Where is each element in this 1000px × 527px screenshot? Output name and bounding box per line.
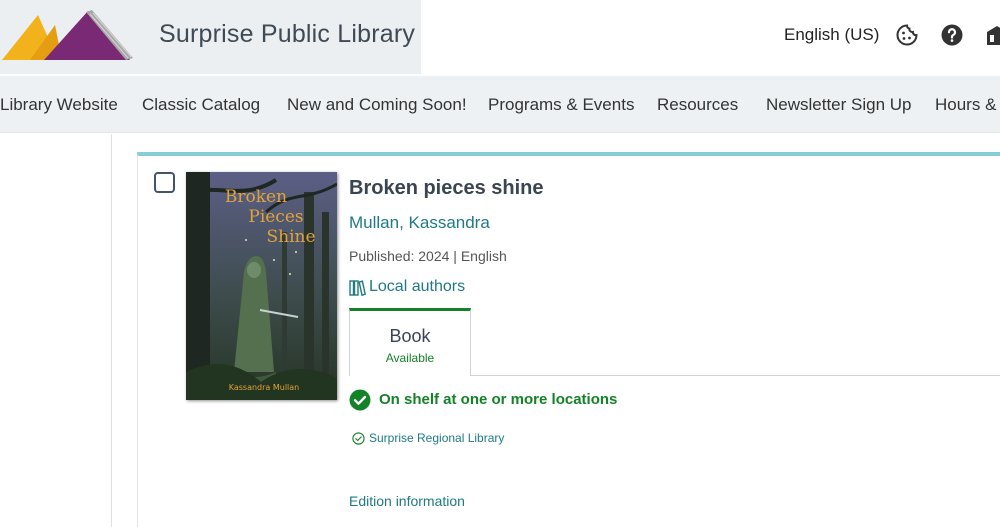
format-tab-book[interactable]: Book Available (349, 308, 471, 376)
library-building-icon[interactable] (985, 23, 1000, 47)
nav-resources[interactable]: Resources (657, 95, 738, 115)
main-navigation: Library Website Classic Catalog New and … (0, 76, 1000, 133)
cover-author: Kassandra Mullan (229, 383, 300, 392)
format-label: Book (389, 326, 431, 346)
cookie-icon[interactable] (895, 23, 919, 47)
sidebar-divider (111, 134, 112, 527)
site-header: Surprise Public Library English (US) (0, 0, 1000, 76)
book-cover-image[interactable]: Broken Pieces Shine Kassandra Mullan (186, 172, 337, 400)
result-title[interactable]: Broken pieces shine (349, 177, 544, 200)
check-circle-icon (349, 389, 371, 411)
select-result-checkbox[interactable] (154, 172, 175, 193)
format-status: Available (385, 351, 435, 365)
nav-library-website[interactable]: Library Website (0, 95, 118, 115)
help-icon[interactable] (940, 23, 964, 47)
cover-title-line-2: Pieces (248, 207, 303, 227)
nav-new-and-coming-soon[interactable]: New and Coming Soon! (287, 95, 467, 115)
language-selector[interactable]: English (US) (784, 25, 879, 45)
edition-information-link[interactable]: Edition information (349, 493, 465, 509)
availability-status: On shelf at one or more locations (379, 391, 618, 408)
series-label: Local authors (369, 278, 466, 295)
nav-classic-catalog[interactable]: Classic Catalog (142, 95, 260, 115)
cover-title-line-1: Broken (225, 187, 287, 207)
result-author-link[interactable]: Mullan, Kassandra (349, 213, 490, 233)
nav-programs-events[interactable]: Programs & Events (488, 95, 634, 115)
books-icon (349, 280, 366, 296)
nav-newsletter-sign-up[interactable]: Newsletter Sign Up (766, 95, 912, 115)
library-logo-icon[interactable] (0, 8, 135, 64)
tab-divider (471, 375, 1000, 376)
nav-hours-locations[interactable]: Hours & L (935, 95, 1000, 115)
library-name: Surprise Public Library (159, 20, 416, 48)
cover-title-line-3: Shine (266, 227, 315, 247)
check-circle-outline-icon (352, 432, 365, 445)
location-link[interactable]: Surprise Regional Library (369, 431, 504, 445)
brand-area: Surprise Public Library (0, 0, 421, 74)
publication-info: Published: 2024 | English (349, 248, 507, 264)
